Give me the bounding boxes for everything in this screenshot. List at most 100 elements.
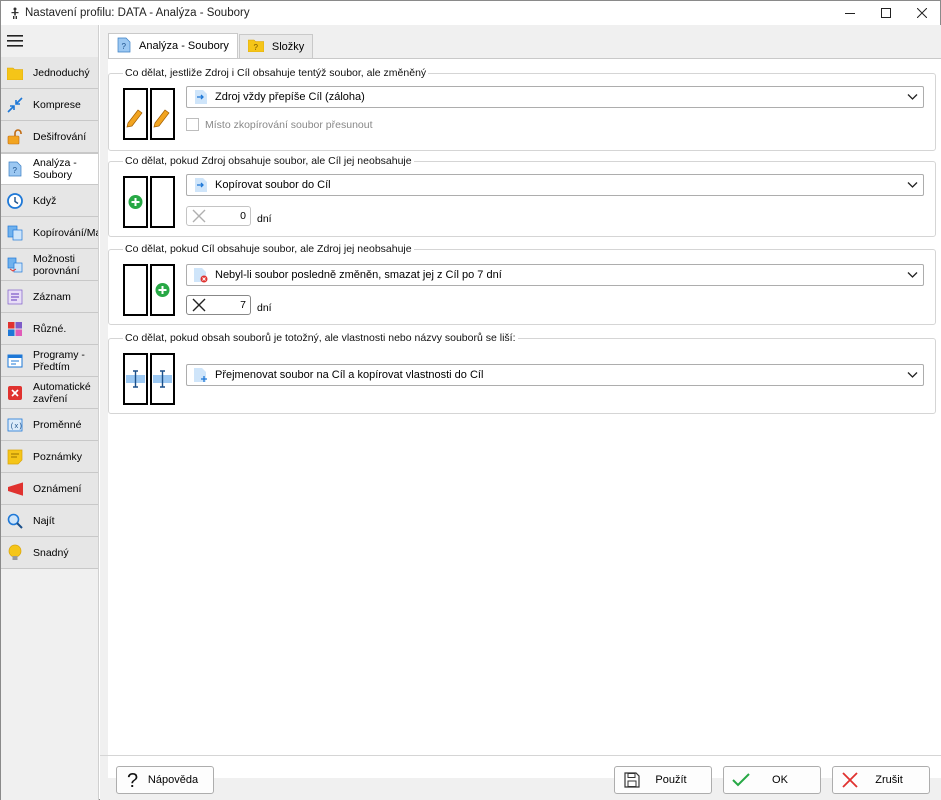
- add-to-target-icon: [123, 176, 175, 228]
- source-only-action-select[interactable]: Kopírovat soubor do Cíl: [186, 174, 924, 196]
- hamburger-icon: [7, 35, 23, 47]
- sidebar-item-zaznam[interactable]: Záznam: [1, 281, 98, 313]
- maximize-button[interactable]: [867, 1, 905, 25]
- sidebar-item-analyza-soubory[interactable]: ? Analýza - Soubory: [1, 153, 98, 185]
- sidebar-item-label: Oznámení: [33, 482, 82, 495]
- move-instead-checkbox[interactable]: Místo zkopírování soubor přesunout: [186, 118, 373, 131]
- sidebar-item-label: Poznámky: [33, 450, 83, 463]
- minimize-button[interactable]: [831, 1, 869, 25]
- select-value: Zdroj vždy přepíše Cíl (záloha): [215, 91, 365, 103]
- log-list-icon: [7, 289, 23, 304]
- source-only-days-field[interactable]: 0: [186, 206, 251, 226]
- sidebar-item-kdyz[interactable]: Když: [1, 185, 98, 217]
- chevron-down-icon: [907, 372, 918, 378]
- sidebar-item-komprese[interactable]: Komprese: [1, 89, 98, 121]
- days-unit: dní: [257, 213, 272, 225]
- select-value: Kopírovat soubor do Cíl: [215, 179, 331, 191]
- tab-label: Analýza - Soubory: [139, 40, 229, 52]
- svg-text:(x): (x): [10, 423, 23, 431]
- sidebar-item-label: Různé.: [33, 322, 67, 335]
- save-disk-icon: [624, 772, 640, 788]
- clear-x-icon[interactable]: [192, 209, 206, 223]
- add-to-source-icon: [123, 264, 175, 316]
- sidebar-item-label: Jednoduchý: [33, 66, 90, 79]
- group-legend: Co dělat, pokud obsah souborů je totožný…: [123, 332, 518, 344]
- sidebar-item-programy-predtim[interactable]: Programy - Předtím: [1, 345, 98, 377]
- sidebar-item-najit[interactable]: Najít: [1, 505, 98, 537]
- days-unit: dní: [257, 302, 272, 314]
- cancel-button[interactable]: Zrušit: [832, 766, 930, 794]
- maximize-icon: [881, 8, 891, 18]
- group-changed-file: Co dělat, jestliže Zdroj i Cíl obsahuje …: [108, 67, 936, 151]
- sidebar-item-label: Kopírování/Maz: [33, 226, 98, 239]
- arrow-file-icon: [195, 178, 207, 192]
- sidebar-item-label: Komprese: [33, 98, 81, 111]
- megaphone-icon: [8, 481, 23, 496]
- sidebar-item-poznamky[interactable]: Poznámky: [1, 441, 98, 473]
- title-bar: Nastavení profilu: DATA - Analýza - Soub…: [1, 1, 940, 25]
- sidebar-item-label: Najít: [33, 514, 55, 527]
- compress-arrows-icon: [7, 96, 23, 113]
- lightbulb-icon: [8, 544, 22, 560]
- sidebar-item-kopirovani[interactable]: Kopírování/Maz: [1, 217, 98, 249]
- target-only-days-field[interactable]: 7: [186, 295, 251, 315]
- close-button[interactable]: [903, 1, 941, 25]
- clear-x-icon[interactable]: [192, 298, 206, 312]
- sidebar-item-promenne[interactable]: (x) Proměnné: [1, 409, 98, 441]
- apply-button[interactable]: Použít: [614, 766, 712, 794]
- identical-action-select[interactable]: Přejmenovat soubor na Cíl a kopírovat vl…: [186, 364, 924, 386]
- days-value: 7: [240, 299, 246, 311]
- group-source-only: Co dělat, pokud Zdroj obsahuje soubor, a…: [108, 155, 936, 237]
- settings-window: Nastavení profilu: DATA - Analýza - Soub…: [0, 0, 941, 800]
- sidebar-item-automaticke-zavreni[interactable]: Automatické zavření: [1, 377, 98, 409]
- svg-text:?: ?: [122, 42, 127, 51]
- button-label: Zrušit: [875, 774, 903, 786]
- group-legend: Co dělat, jestliže Zdroj i Cíl obsahuje …: [123, 67, 429, 79]
- compare-files-icon: [7, 257, 23, 272]
- svg-text:?: ?: [127, 770, 138, 790]
- main-area: ? Analýza - Soubory ? Složky Co dělat, j…: [100, 25, 941, 800]
- delete-file-icon: [194, 267, 208, 282]
- arrow-file-icon: [195, 90, 207, 104]
- cancel-x-icon: [842, 772, 858, 788]
- button-label: OK: [772, 774, 788, 786]
- svg-text:?: ?: [13, 166, 18, 175]
- variable-icon: (x): [7, 418, 23, 431]
- close-icon: [917, 8, 927, 18]
- checkbox-label: Místo zkopírování soubor přesunout: [205, 118, 373, 131]
- sidebar-item-label: Snadný: [33, 546, 69, 559]
- sidebar-item-snadny[interactable]: Snadný: [1, 537, 98, 569]
- target-only-action-select[interactable]: Nebyl-li soubor posledně změněn, smazat …: [186, 264, 924, 286]
- help-button[interactable]: ? Nápověda: [116, 766, 214, 794]
- checkmark-icon: [732, 773, 750, 787]
- sidebar-item-moznosti-porovnani[interactable]: Možnosti porovnání: [1, 249, 98, 281]
- rename-properties-icon: [123, 353, 175, 405]
- menu-button[interactable]: [1, 25, 98, 57]
- group-identical-content: Co dělat, pokud obsah souborů je totožný…: [108, 332, 936, 414]
- sidebar-item-jednoduchy[interactable]: Jednoduchý: [1, 57, 98, 89]
- checkbox-box[interactable]: [186, 118, 199, 131]
- copy-files-icon: [7, 225, 23, 240]
- sidebar-item-oznameni[interactable]: Oznámení: [1, 473, 98, 505]
- sidebar-item-label: Programy - Předtím: [33, 348, 85, 373]
- magnifier-icon: [7, 513, 23, 529]
- sidebar-item-desifrovani[interactable]: Dešifrování: [1, 121, 98, 153]
- sidebar-item-ruzne[interactable]: Různé.: [1, 313, 98, 345]
- sidebar-item-label: Proměnné: [33, 418, 82, 431]
- changed-action-select[interactable]: Zdroj vždy přepíše Cíl (záloha): [186, 86, 924, 108]
- chevron-down-icon: [907, 182, 918, 188]
- tab-analyza-soubory[interactable]: ? Analýza - Soubory: [108, 33, 238, 58]
- tab-panel: Co dělat, jestliže Zdroj i Cíl obsahuje …: [108, 58, 941, 778]
- days-value: 0: [240, 210, 246, 222]
- select-value: Přejmenovat soubor na Cíl a kopírovat vl…: [215, 369, 484, 381]
- chevron-down-icon: [907, 94, 918, 100]
- tab-label: Složky: [271, 40, 305, 53]
- app-icon: [11, 7, 19, 19]
- rename-file-icon: [194, 367, 207, 382]
- tab-slozky[interactable]: ? Složky: [238, 34, 314, 58]
- ok-button[interactable]: OK: [723, 766, 821, 794]
- tab-strip: ? Analýza - Soubory ? Složky: [108, 33, 314, 58]
- button-label: Nápověda: [147, 774, 199, 786]
- folder-icon: [7, 67, 23, 80]
- clock-icon: [7, 192, 23, 209]
